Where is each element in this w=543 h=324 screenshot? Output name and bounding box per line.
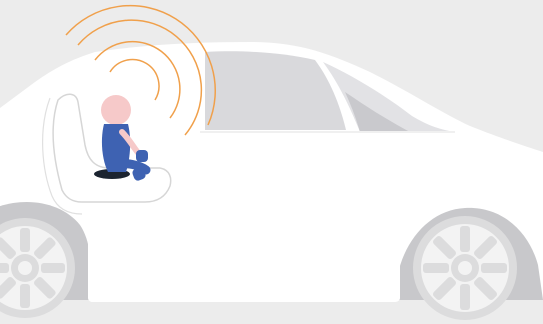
baby-foot bbox=[136, 150, 148, 162]
car-child-seat-illustration bbox=[0, 0, 543, 324]
illustration-canvas bbox=[0, 0, 543, 324]
wheel-icon bbox=[413, 216, 517, 320]
car-sill bbox=[88, 240, 400, 302]
baby-head bbox=[101, 95, 131, 125]
